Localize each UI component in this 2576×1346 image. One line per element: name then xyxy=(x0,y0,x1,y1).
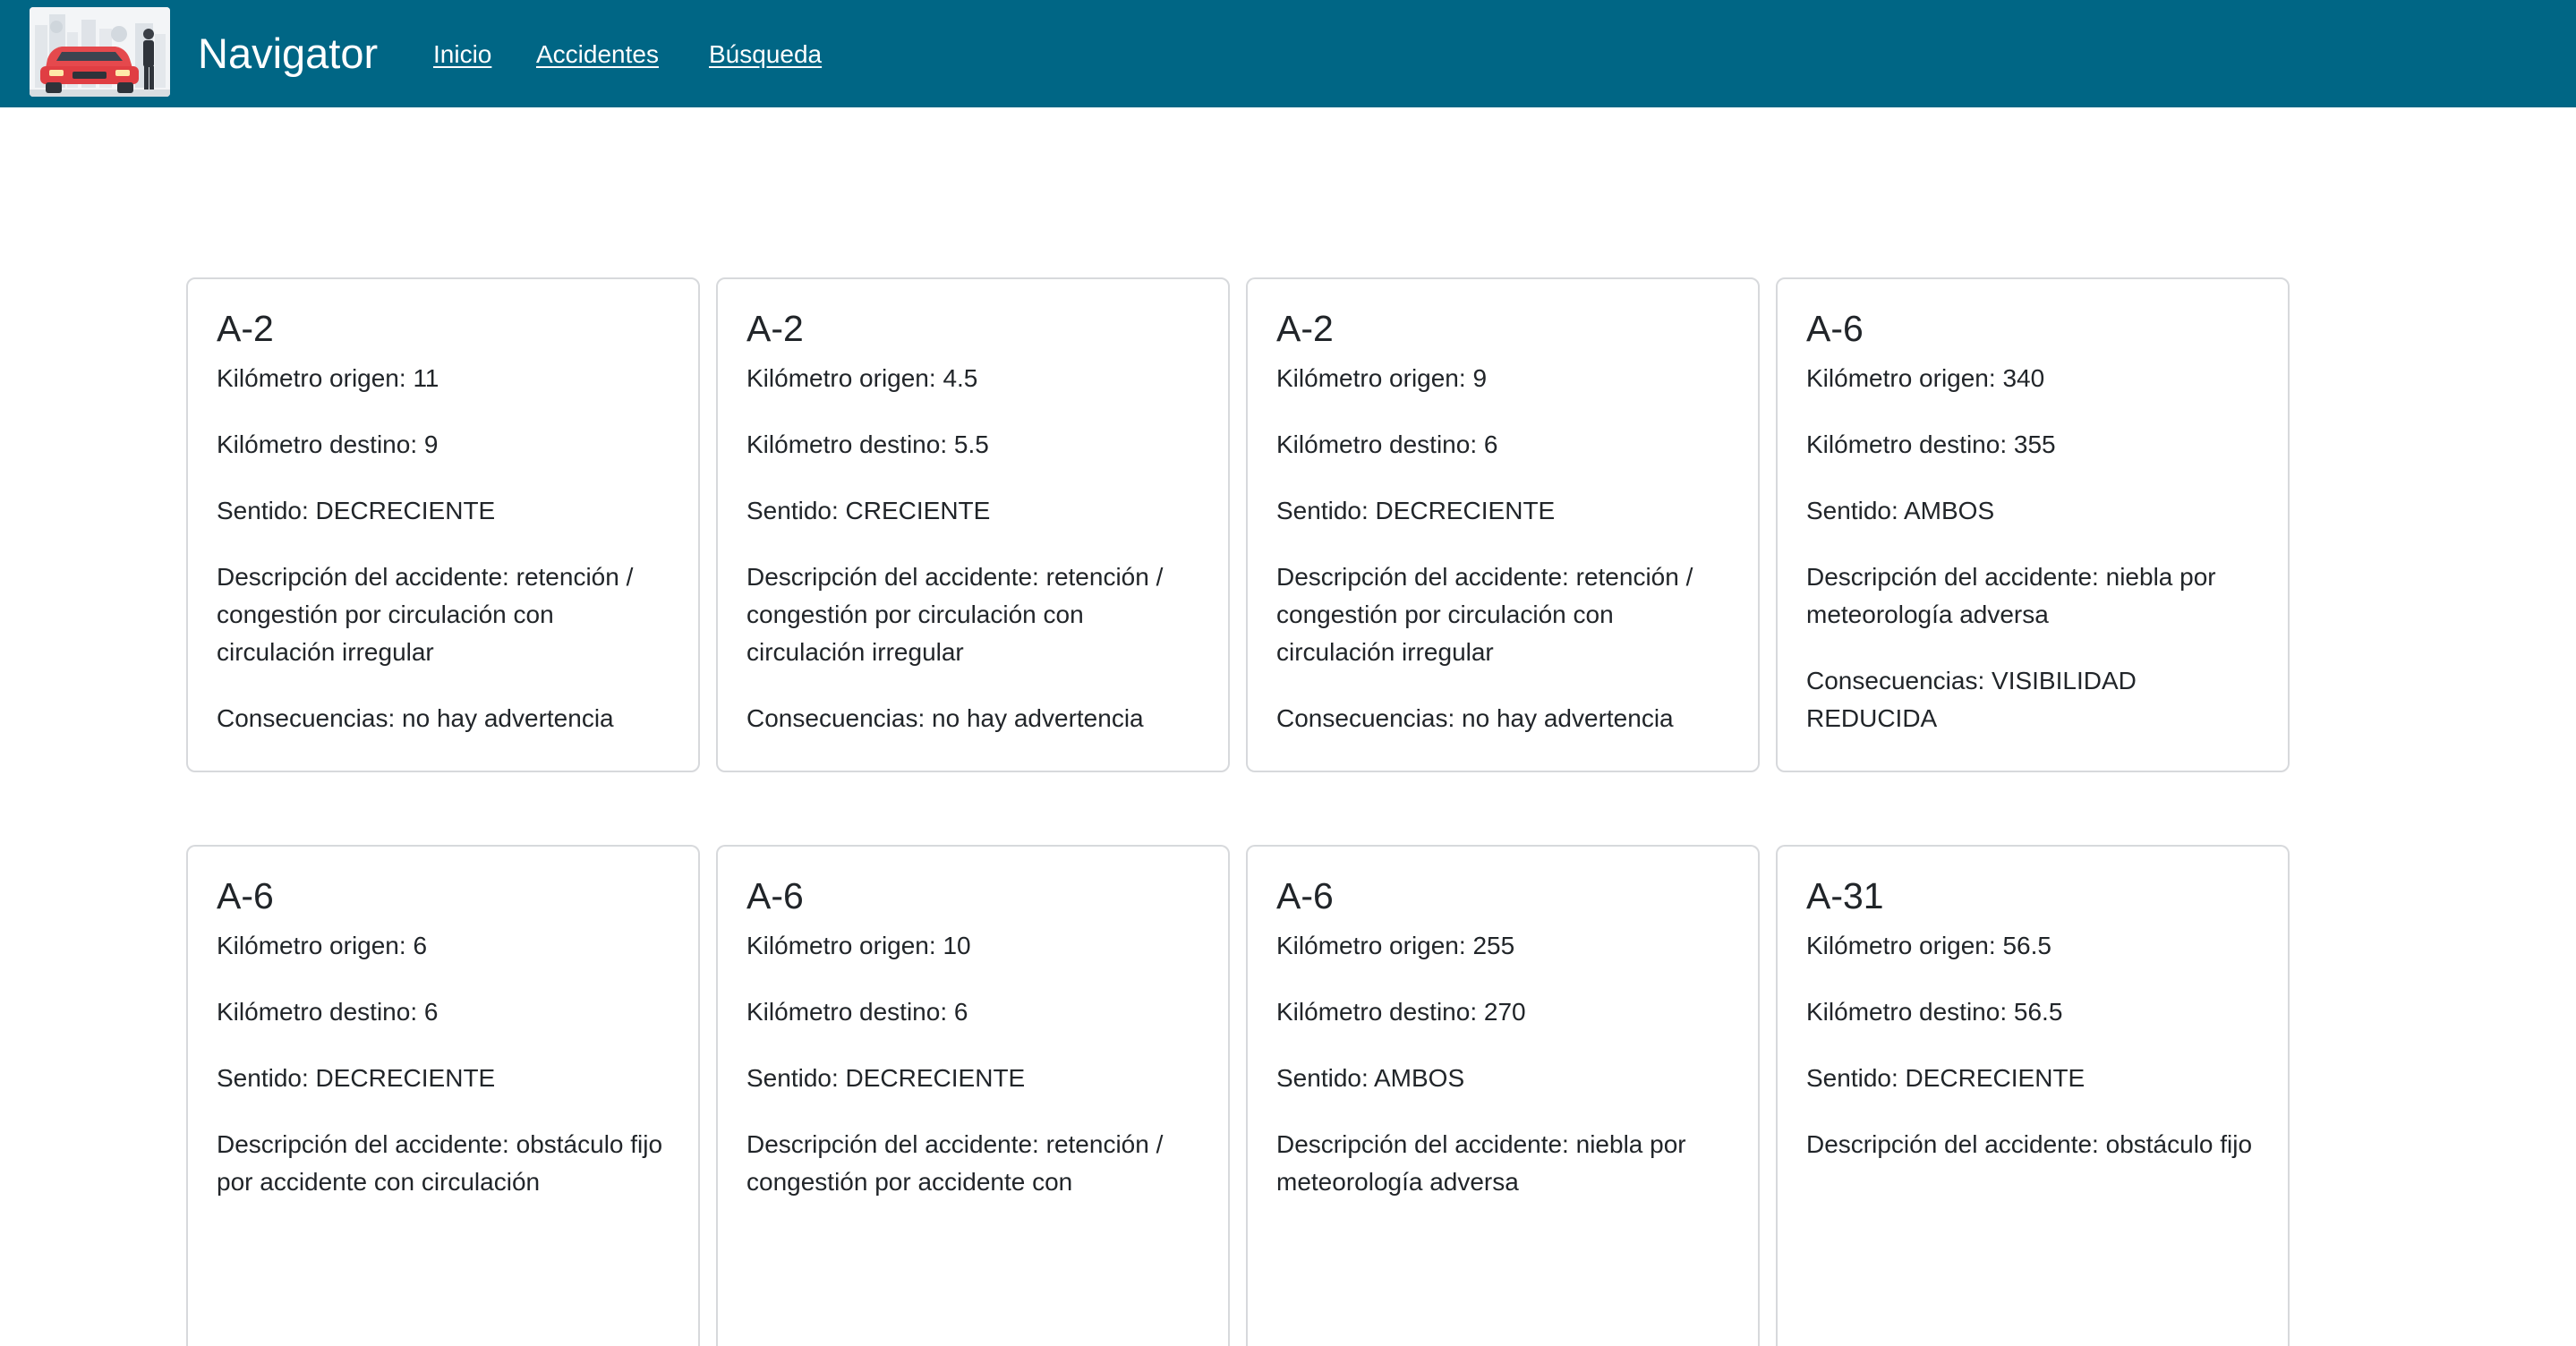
km-origen: Kilómetro origen: 56.5 xyxy=(1806,932,2051,959)
accident-card[interactable]: A-31 Kilómetro origen: 56.5 Kilómetro de… xyxy=(1776,845,2290,1346)
car-logo-icon[interactable] xyxy=(30,7,170,97)
road-title: A-6 xyxy=(746,875,804,916)
km-destino: Kilómetro destino: 6 xyxy=(746,998,968,1026)
km-destino: Kilómetro destino: 355 xyxy=(1806,430,2056,458)
consecuencias: Consecuencias: no hay advertencia xyxy=(217,704,614,732)
accident-card[interactable]: A-2 Kilómetro origen: 4.5 Kilómetro dest… xyxy=(716,277,1230,772)
accident-card[interactable]: A-6 Kilómetro origen: 6 Kilómetro destin… xyxy=(186,845,700,1346)
accident-card[interactable]: A-6 Kilómetro origen: 10 Kilómetro desti… xyxy=(716,845,1230,1346)
descripcion: Descripción del accidente: obstáculo fij… xyxy=(1806,1130,2253,1158)
nav-link-inicio[interactable]: Inicio xyxy=(433,0,491,107)
navbar: Navigator Inicio Accidentes Búsqueda xyxy=(0,0,2576,107)
sentido: Sentido: AMBOS xyxy=(1806,497,1995,524)
accident-card[interactable]: A-2 Kilómetro origen: 11 Kilómetro desti… xyxy=(186,277,700,772)
descripcion: Descripción del accidente: niebla por me… xyxy=(1276,1130,1686,1196)
consecuencias: Consecuencias: no hay advertencia xyxy=(746,704,1144,732)
km-origen: Kilómetro origen: 255 xyxy=(1276,932,1515,959)
sentido: Sentido: DECRECIENTE xyxy=(746,1064,1026,1092)
accident-card[interactable]: A-2 Kilómetro origen: 9 Kilómetro destin… xyxy=(1246,277,1760,772)
descripcion: Descripción del accidente: retención / c… xyxy=(746,1130,1164,1196)
descripcion: Descripción del accidente: obstáculo fij… xyxy=(217,1130,663,1196)
accident-card[interactable]: A-6 Kilómetro origen: 255 Kilómetro dest… xyxy=(1246,845,1760,1346)
km-destino: Kilómetro destino: 56.5 xyxy=(1806,998,2063,1026)
road-title: A-6 xyxy=(217,875,274,916)
descripcion: Descripción del accidente: retención / c… xyxy=(1276,563,1693,666)
road-title: A-2 xyxy=(746,308,804,349)
consecuencias: Consecuencias: VISIBILIDAD REDUCIDA xyxy=(1806,667,2137,732)
descripcion: Descripción del accidente: niebla por me… xyxy=(1806,563,2216,628)
sentido: Sentido: DECRECIENTE xyxy=(217,497,496,524)
sentido: Sentido: AMBOS xyxy=(1276,1064,1465,1092)
descripcion: Descripción del accidente: retención / c… xyxy=(217,563,634,666)
accident-card[interactable]: A-6 Kilómetro origen: 340 Kilómetro dest… xyxy=(1776,277,2290,772)
sentido: Sentido: DECRECIENTE xyxy=(1806,1064,2086,1092)
sentido: Sentido: CRECIENTE xyxy=(746,497,991,524)
descripcion: Descripción del accidente: retención / c… xyxy=(746,563,1164,666)
brand-title[interactable]: Navigator xyxy=(198,0,378,107)
road-title: A-31 xyxy=(1806,875,1884,916)
km-destino: Kilómetro destino: 5.5 xyxy=(746,430,989,458)
road-title: A-2 xyxy=(217,308,274,349)
nav-link-accidentes[interactable]: Accidentes xyxy=(536,0,659,107)
km-origen: Kilómetro origen: 10 xyxy=(746,932,971,959)
km-destino: Kilómetro destino: 6 xyxy=(1276,430,1498,458)
sentido: Sentido: DECRECIENTE xyxy=(1276,497,1556,524)
sentido: Sentido: DECRECIENTE xyxy=(217,1064,496,1092)
km-destino: Kilómetro destino: 6 xyxy=(217,998,439,1026)
km-origen: Kilómetro origen: 6 xyxy=(217,932,428,959)
km-origen: Kilómetro origen: 9 xyxy=(1276,364,1488,392)
km-origen: Kilómetro origen: 11 xyxy=(217,364,439,392)
consecuencias: Consecuencias: no hay advertencia xyxy=(1276,704,1674,732)
road-title: A-6 xyxy=(1806,308,1864,349)
km-destino: Kilómetro destino: 9 xyxy=(217,430,439,458)
km-origen: Kilómetro origen: 4.5 xyxy=(746,364,978,392)
km-origen: Kilómetro origen: 340 xyxy=(1806,364,2045,392)
road-title: A-6 xyxy=(1276,875,1334,916)
road-title: A-2 xyxy=(1276,308,1334,349)
nav-link-busqueda[interactable]: Búsqueda xyxy=(709,0,822,107)
km-destino: Kilómetro destino: 270 xyxy=(1276,998,1526,1026)
